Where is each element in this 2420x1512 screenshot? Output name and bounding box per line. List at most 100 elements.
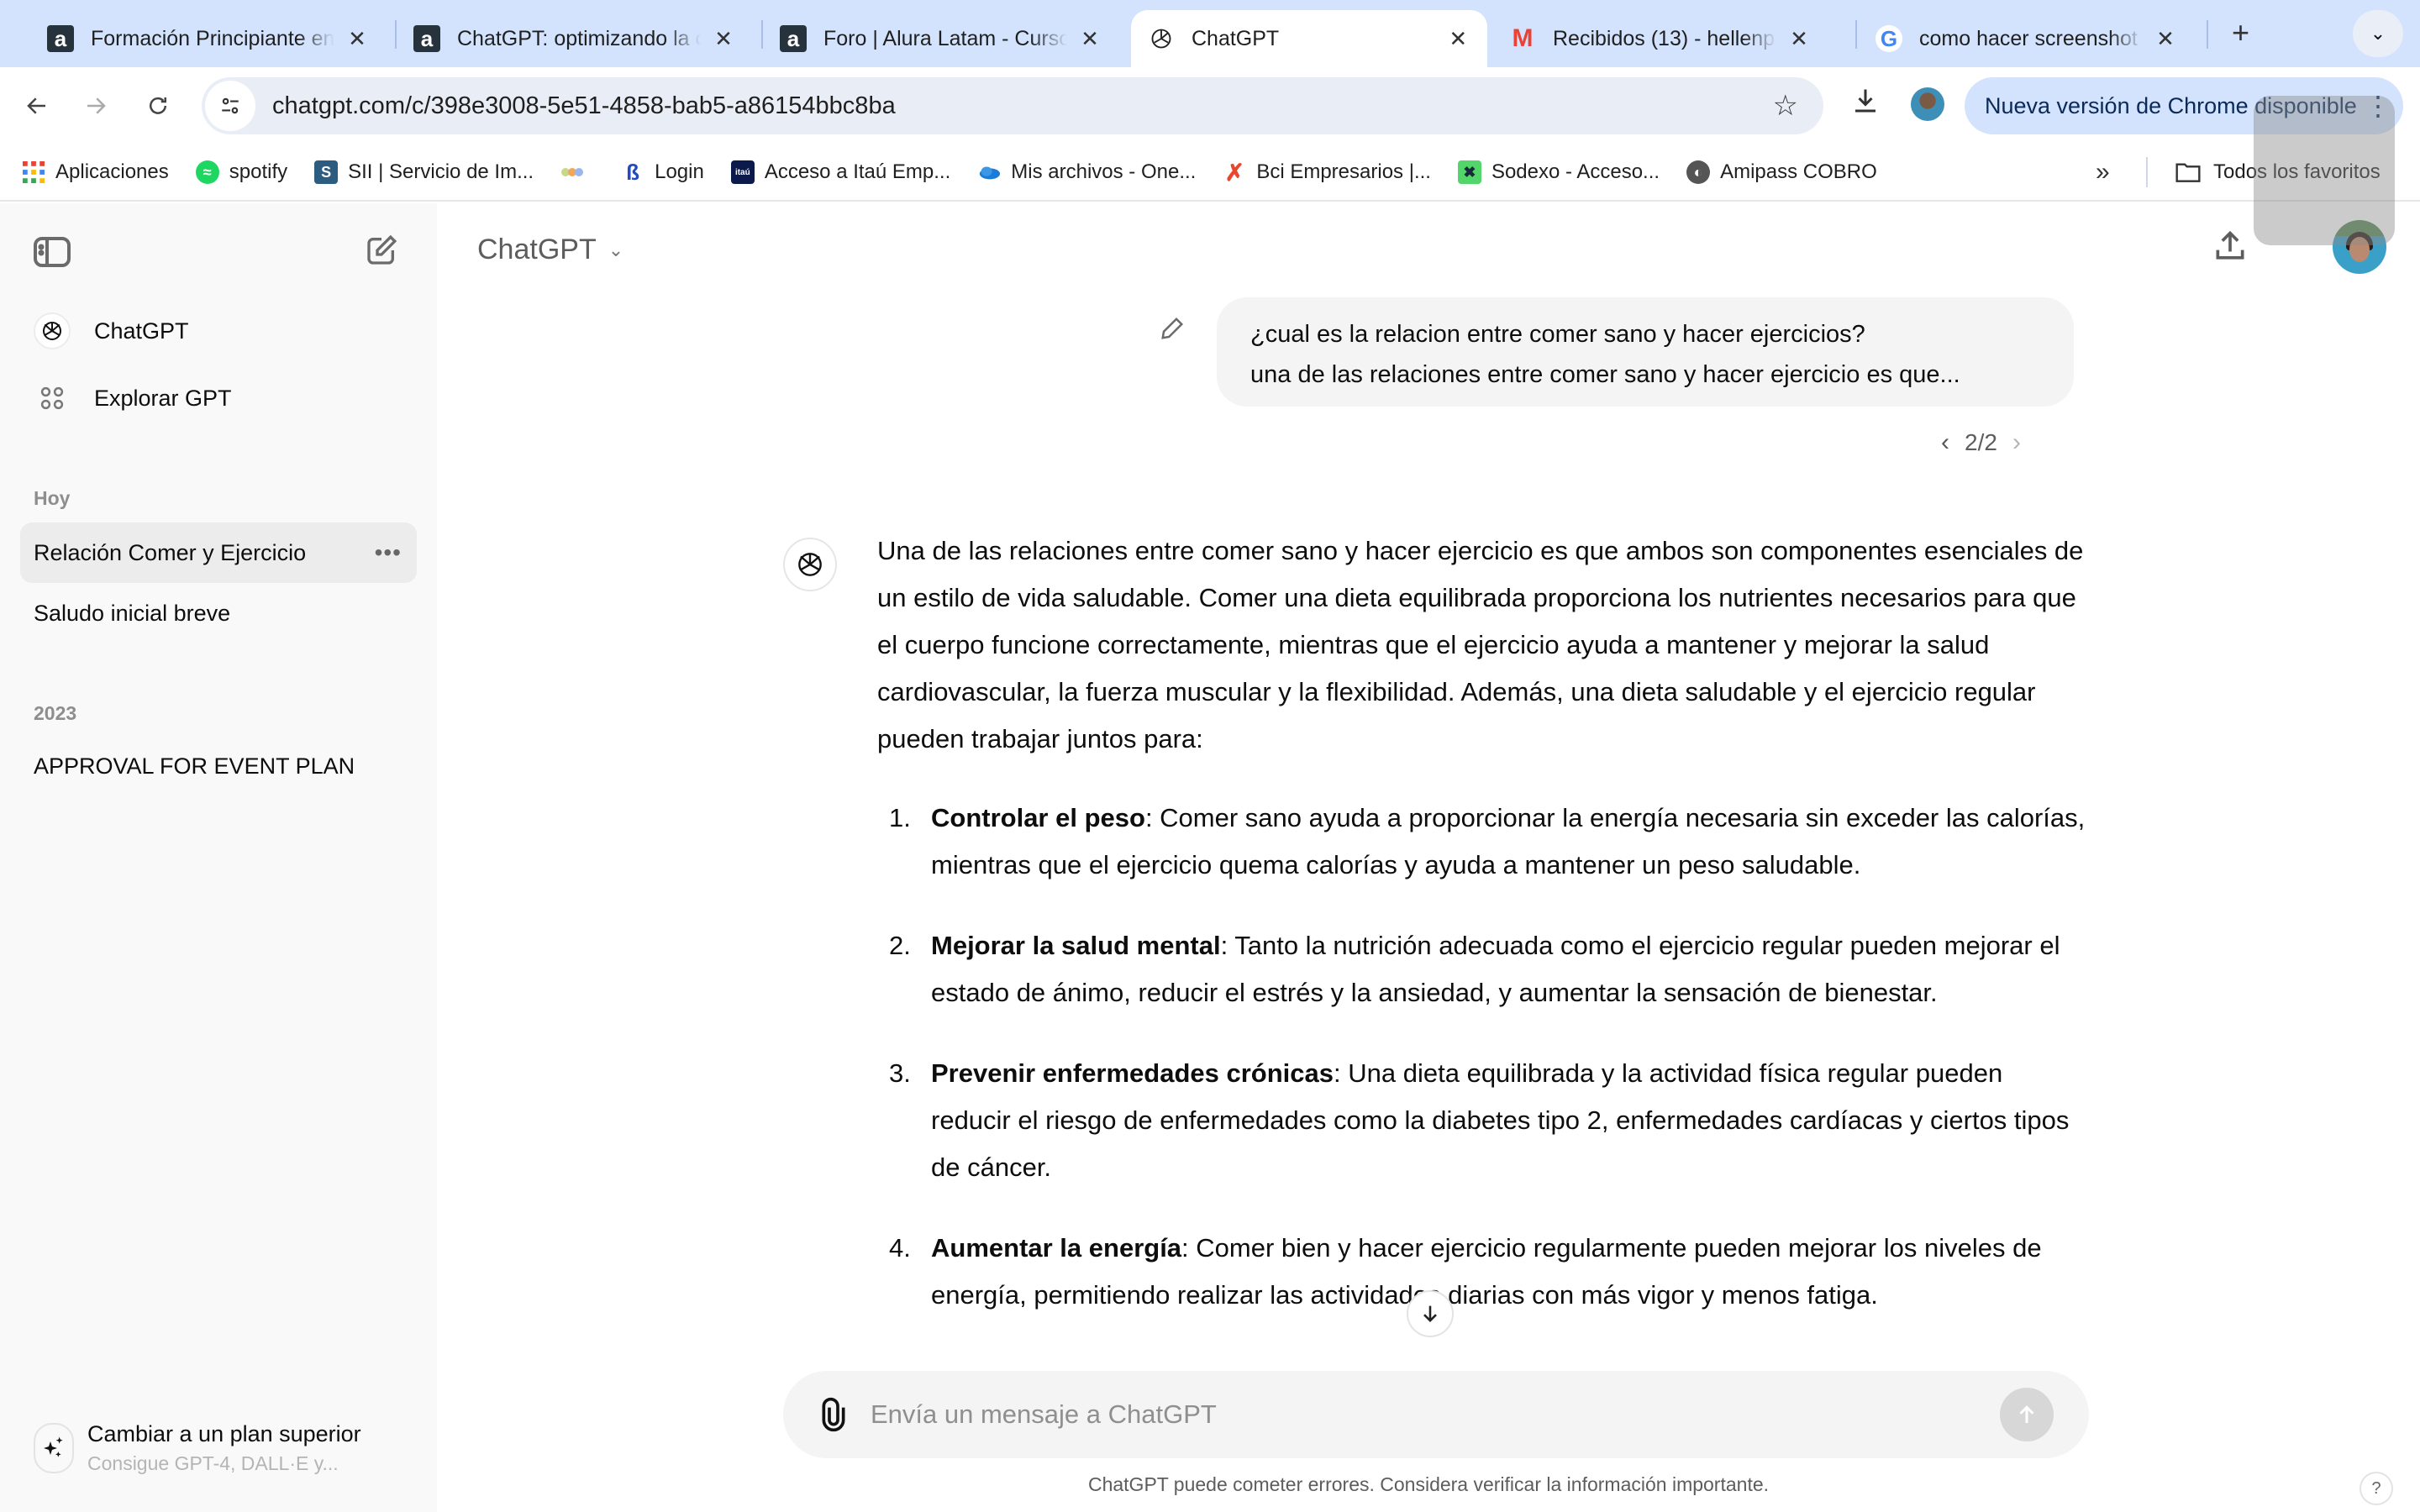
bookmark-label: Mis archivos - One... <box>1011 160 1197 183</box>
share-icon <box>2216 230 2244 260</box>
close-tab-icon[interactable]: ✕ <box>1786 26 1812 52</box>
tab-separator <box>2207 20 2208 49</box>
more-options-icon[interactable]: ••• <box>375 539 402 566</box>
folder-icon <box>2175 163 2201 182</box>
sidebar-item-chatgpt[interactable]: ChatGPT <box>34 312 189 349</box>
bookmark-item[interactable]: ◐ Amipass COBRO <box>1686 160 1877 184</box>
sii-icon: S <box>314 160 339 184</box>
browser-tab[interactable]: a Foro | Alura Latam - Curso ✕ <box>763 10 1119 67</box>
bookmark-label: Login <box>655 160 704 183</box>
bci-icon: ✗ <box>1224 159 1245 186</box>
screenshot-overlay-thumbnail <box>2254 96 2395 245</box>
openai-icon <box>1148 25 1175 52</box>
chat-history-item[interactable]: Saludo inicial breve <box>20 583 417 643</box>
address-bar[interactable]: chatgpt.com/c/398e3008-5e51-4858-bab5-a8… <box>202 77 1823 134</box>
bookmark-item[interactable] <box>560 160 594 184</box>
answer-list-item: 2. Mejorar la salud mental: Tanto la nut… <box>889 931 2060 1007</box>
browser-tab[interactable]: M Recibidos (13) - hellenper ✕ <box>1492 10 1828 67</box>
chat-main: ChatGPT ⌄ ¿cual es la relacion entre com… <box>437 203 2420 1512</box>
bookmark-item[interactable]: Mis archivos - One... <box>977 160 1196 184</box>
answer-intro: Una de las relaciones entre comer sano y… <box>877 536 2084 753</box>
answer-list-item: 4. Aumentar la energía: Comer bien y hac… <box>889 1233 2042 1310</box>
browser-tab-active[interactable]: ChatGPT ✕ <box>1131 10 1487 67</box>
more-bookmarks-icon[interactable]: » <box>2096 158 2110 186</box>
back-button[interactable] <box>17 86 57 126</box>
bookmark-label: Aplicaciones <box>55 160 169 183</box>
sparkles-icon <box>34 1423 74 1473</box>
close-tab-icon[interactable]: ✕ <box>711 26 736 52</box>
openai-logo-icon <box>34 312 71 349</box>
assistant-avatar <box>783 538 837 591</box>
forward-button[interactable] <box>76 86 116 126</box>
itau-icon: itaú <box>730 160 755 184</box>
bookmark-star-icon[interactable]: ☆ <box>1773 89 1798 123</box>
next-response-button[interactable]: › <box>2012 428 2021 457</box>
bookmark-label: spotify <box>229 160 288 183</box>
bookmark-item[interactable]: ß Login <box>621 160 704 185</box>
site-settings-icon[interactable] <box>205 81 255 131</box>
edit-message-button[interactable] <box>1160 316 1188 344</box>
close-tab-icon[interactable]: ✕ <box>1077 26 1102 52</box>
attach-file-button[interactable] <box>817 1396 854 1433</box>
colorful-dots-icon <box>560 160 584 184</box>
model-selector[interactable]: ChatGPT ⌄ <box>477 234 623 266</box>
close-tab-icon[interactable]: ✕ <box>345 26 370 52</box>
point-title: Mejorar la salud mental <box>931 931 1221 960</box>
message-input[interactable] <box>871 1399 1963 1430</box>
tab-title: Recibidos (13) - hellenper <box>1553 26 1776 50</box>
tab-search-button[interactable]: ⌄ <box>2353 10 2403 57</box>
browser-tab[interactable]: G como hacer screenshot en ✕ <box>1859 10 2195 67</box>
browser-toolbar: chatgpt.com/c/398e3008-5e51-4858-bab5-a8… <box>0 67 2420 144</box>
close-tab-icon[interactable]: ✕ <box>1446 26 1470 52</box>
tab-title: Foro | Alura Latam - Curso <box>823 26 1067 50</box>
tab-title: como hacer screenshot en <box>1919 26 2143 50</box>
point-title: Prevenir enfermedades crónicas <box>931 1058 1334 1088</box>
new-tab-button[interactable]: + <box>2232 15 2249 50</box>
apps-grid-icon <box>22 160 45 184</box>
chat-history-item[interactable]: Relación Comer y Ejercicio ••• <box>20 522 417 583</box>
tab-title: ChatGPT: optimizando la c <box>457 26 701 50</box>
tab-title: Formación Principiante en <box>91 26 334 50</box>
alura-icon: a <box>413 25 440 52</box>
bookmark-item[interactable]: ✖ Sodexo - Acceso... <box>1457 160 1660 184</box>
alura-icon: a <box>47 25 74 52</box>
url-text[interactable]: chatgpt.com/c/398e3008-5e51-4858-bab5-a8… <box>272 92 896 120</box>
answer-list-item: 3. Prevenir enfermedades crónicas: Una d… <box>889 1058 2070 1182</box>
sidebar-item-label: Explorar GPT <box>94 385 232 411</box>
reload-button[interactable] <box>138 86 178 126</box>
user-message-line: ¿cual es la relacion entre comer sano y … <box>1250 321 1865 348</box>
tab-title: ChatGPT <box>1192 26 1280 50</box>
bookmark-item[interactable]: Aplicaciones <box>22 160 169 184</box>
browser-tab[interactable]: a ChatGPT: optimizando la c ✕ <box>397 10 753 67</box>
share-button[interactable] <box>2212 228 2252 269</box>
bookmark-item[interactable]: ✗ Bci Empresarios |... <box>1223 159 1431 186</box>
new-chat-button[interactable] <box>365 234 402 270</box>
browser-tab[interactable]: a Formación Principiante en ✕ <box>30 10 387 67</box>
send-button[interactable] <box>2000 1388 2054 1441</box>
scroll-to-bottom-button[interactable] <box>1407 1290 1454 1337</box>
arrow-up-icon <box>2019 1405 2034 1423</box>
section-heading-today: Hoy <box>34 487 71 509</box>
compose-icon <box>367 234 397 265</box>
section-heading-2023: 2023 <box>34 702 77 724</box>
downloads-icon[interactable] <box>1850 86 1881 123</box>
user-message: ¿cual es la relacion entre comer sano y … <box>1217 297 2074 407</box>
arrow-right-icon <box>87 97 106 114</box>
close-tab-icon[interactable]: ✕ <box>2153 26 2178 52</box>
upgrade-title: Cambiar a un plan superior <box>87 1421 361 1446</box>
chat-history-item[interactable]: APPROVAL FOR EVENT PLAN <box>20 736 417 796</box>
bookmark-item[interactable]: itaú Acceso a Itaú Emp... <box>730 160 950 184</box>
bookmarks-bar: Aplicaciones ≈ spotify S SII | Servicio … <box>0 144 2420 202</box>
previous-response-button[interactable]: ‹ <box>1941 428 1949 457</box>
gmail-icon: M <box>1512 24 1534 52</box>
profile-avatar-small[interactable] <box>1911 87 1944 121</box>
bookmark-item[interactable]: S SII | Servicio de Im... <box>314 160 534 184</box>
help-button[interactable]: ? <box>2360 1472 2393 1505</box>
disclaimer-text: ChatGPT puede cometer errores. Considera… <box>1087 1473 1770 1495</box>
bookmark-item[interactable]: ≈ spotify <box>195 160 288 184</box>
reload-icon <box>150 97 166 114</box>
upgrade-plan-button[interactable]: Cambiar a un plan superior Consigue GPT-… <box>34 1421 361 1475</box>
sidebar-item-explore-gpts[interactable]: Explorar GPT <box>34 380 232 417</box>
toggle-sidebar-button[interactable] <box>34 235 71 269</box>
assistant-message: Una de las relaciones entre comer sano y… <box>877 536 2087 1352</box>
